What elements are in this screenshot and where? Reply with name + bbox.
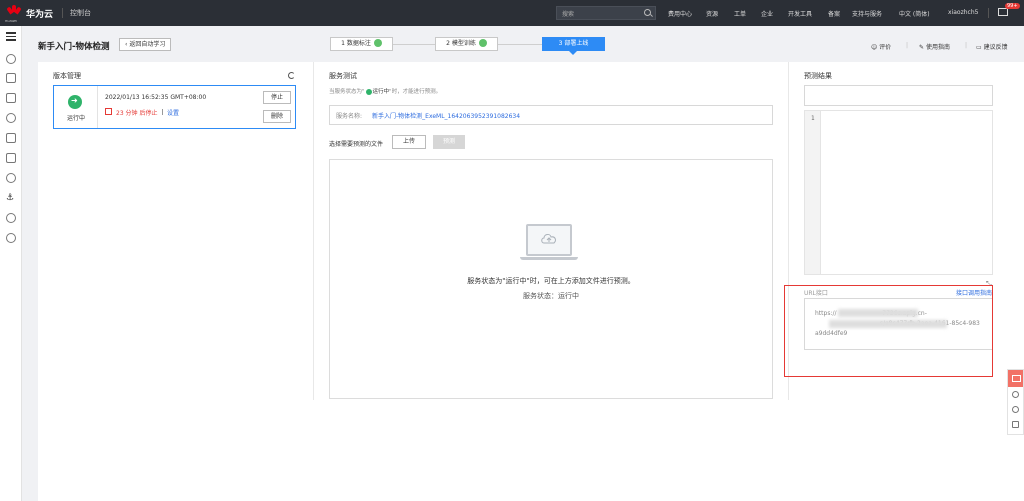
drop-message: 服务状态为"运行中"时，可在上方添加文件进行预测。 [467, 277, 635, 285]
search-placeholder: 搜索 [562, 11, 575, 18]
topbar-divider [62, 8, 63, 18]
nav-enterprise[interactable]: 企业 [761, 9, 773, 18]
nav-billing[interactable]: 费用中心 [668, 9, 692, 18]
check-icon [373, 38, 382, 47]
auto-stop-setting-link[interactable]: 设置 [167, 108, 179, 117]
version-status: 运行中 [66, 115, 85, 122]
edit-icon: ✎ [919, 44, 926, 51]
version-title: 版本管理 [53, 72, 81, 80]
topbar-divider [988, 8, 989, 18]
laptop-base [520, 257, 578, 260]
file-select-label: 选择需要预测的文件 [329, 141, 384, 148]
cloud-upload-icon [541, 234, 556, 244]
anchor-icon[interactable]: ⚓ [6, 193, 16, 203]
top-bar: HUAWEI 华为云 控制台 搜索 费用中心 资源 工单 企业 开发工具 备案 … [0, 0, 1024, 26]
guide-action[interactable]: ✎ 使用指南 [919, 42, 950, 51]
auto-stop-countdown: 23 分钟 后停止 [116, 110, 158, 117]
globe-icon[interactable] [6, 213, 16, 223]
prediction-json-editor[interactable]: 1 [804, 110, 993, 275]
feedback-icon: ▭ [976, 44, 984, 51]
prediction-image-area [804, 85, 993, 106]
predict-button[interactable]: 预测 [433, 135, 465, 149]
back-button[interactable]: ‹ 返回自动学习 [119, 38, 172, 51]
nav-support[interactable]: 支持与服务 [852, 9, 882, 18]
line-gutter: 1 [805, 111, 821, 274]
console-link[interactable]: 控制台 [70, 8, 91, 18]
step-caret [569, 51, 577, 55]
compass-icon[interactable] [6, 233, 16, 243]
step-connector [498, 44, 542, 45]
line-number: 1 [811, 115, 815, 122]
step-model-training[interactable]: 2 模型训练 [435, 37, 498, 51]
phone-icon[interactable] [6, 133, 16, 143]
upload-button[interactable]: 上传 [392, 135, 426, 149]
smile-icon: ☺ [871, 44, 880, 51]
service-hint: 当服务状态为" 运行中"时，才能进行预测。 [329, 87, 441, 95]
service-name-field: 服务名称: 新手入门-物体检测_ExeML_164206395239108263… [329, 105, 773, 125]
service-icon[interactable] [1012, 391, 1019, 398]
cloud-icon[interactable] [6, 113, 16, 123]
drop-status: 服务状态：运行中 [523, 292, 579, 300]
step-label: 1 数据标注 [341, 40, 371, 47]
cloud-server-icon[interactable] [6, 54, 16, 64]
step-deploy[interactable]: 3 部署上线 [542, 37, 605, 51]
nav-resources[interactable]: 资源 [706, 9, 718, 18]
clock-icon[interactable] [1012, 406, 1019, 413]
back-button-label: 返回自动学习 [129, 41, 166, 48]
file-drop-area[interactable]: 服务状态为"运行中"时，可在上方添加文件进行预测。 服务状态：运行中 [329, 159, 773, 399]
refresh-icon[interactable] [288, 72, 295, 79]
rate-action[interactable]: ☺ 评价 [871, 42, 891, 51]
service-name-label: 服务名称: [336, 113, 363, 120]
chat-icon[interactable] [1008, 370, 1023, 387]
hint-prefix: 当服务状态为" [329, 89, 365, 95]
separator [162, 109, 163, 115]
check-icon [478, 38, 487, 47]
prediction-title: 预测结果 [804, 72, 832, 80]
hint-suffix: "时，才能进行预测。 [389, 89, 442, 95]
left-sidebar: ⚓ [0, 26, 22, 501]
version-time: 2022/01/13 16:52:35 GMT+08:00 [105, 94, 207, 101]
arrow-right-icon [68, 95, 82, 109]
step-label: 2 模型训练 [446, 40, 476, 47]
action-separator: | [906, 42, 909, 49]
nav-dev-tools[interactable]: 开发工具 [788, 9, 812, 18]
stop-button[interactable]: 停止 [263, 91, 291, 104]
network-icon[interactable] [6, 73, 16, 83]
mountain-icon[interactable] [6, 93, 16, 103]
delete-button[interactable]: 删除 [263, 110, 291, 123]
service-name-link[interactable]: 新手入门-物体检测_ExeML_1642063952391082634 [372, 111, 520, 120]
feedback-action[interactable]: ▭ 建议反馈 [976, 42, 1008, 51]
brand-name[interactable]: 华为云 [26, 7, 53, 20]
document-icon[interactable] [6, 153, 16, 163]
notes-icon[interactable] [1012, 421, 1019, 428]
running-dot-icon [365, 88, 372, 95]
step-connector [393, 44, 435, 45]
column-divider [313, 62, 314, 400]
nav-tickets[interactable]: 工单 [734, 9, 746, 18]
guide-label: 使用指南 [925, 44, 950, 51]
page-title: 新手入门-物体检测 [38, 42, 110, 52]
version-status-block: 运行中 [54, 86, 98, 128]
feedback-label: 建议反馈 [983, 44, 1008, 51]
version-card[interactable]: 运行中 2022/01/13 16:52:35 GMT+08:00 23 分钟 … [53, 85, 296, 129]
hint-status: 运行中 [372, 89, 390, 95]
mail-icon[interactable] [998, 8, 1008, 16]
logo-text: HUAWEI [5, 19, 18, 23]
search-input[interactable]: 搜索 [556, 6, 656, 20]
service-test-title: 服务测试 [329, 72, 357, 80]
step-data-labeling[interactable]: 1 数据标注 [330, 37, 393, 51]
user-menu[interactable]: xiaozhch5 [948, 9, 978, 16]
search-icon[interactable] [644, 9, 651, 16]
floating-toolbar [1007, 369, 1024, 435]
step-label: 3 部署上线 [558, 40, 589, 47]
cloud-storage-icon[interactable] [6, 173, 16, 183]
menu-icon[interactable] [6, 32, 16, 41]
nav-filing[interactable]: 备案 [828, 9, 840, 18]
highlight-frame [784, 285, 993, 377]
action-separator: | [965, 42, 968, 49]
timer-icon [105, 108, 112, 115]
rate-label: 评价 [879, 44, 892, 51]
language-select[interactable]: 中文 (简体) [899, 9, 930, 18]
mail-badge: 99+ [1005, 3, 1020, 9]
